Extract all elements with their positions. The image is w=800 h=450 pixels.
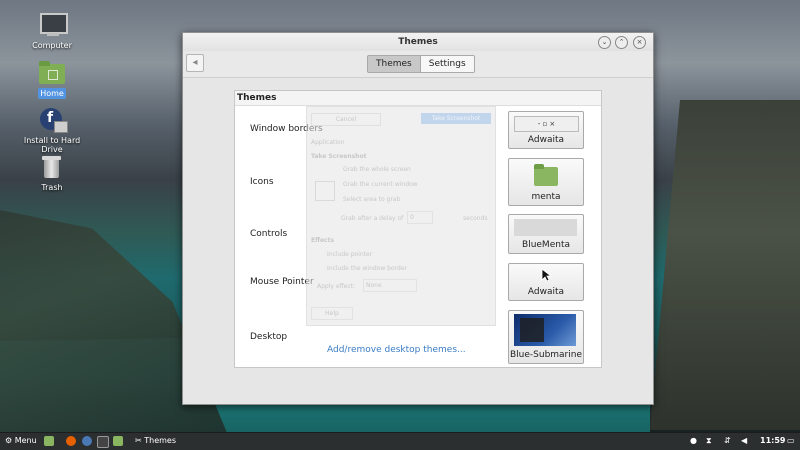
tab-settings[interactable]: Settings bbox=[420, 55, 475, 73]
theme-name: BlueMenta bbox=[522, 240, 570, 250]
wrench-icon: ✂ bbox=[135, 436, 142, 445]
desktop-icon-home[interactable]: Home bbox=[14, 60, 90, 99]
desktop-icon-label: Home bbox=[38, 88, 66, 99]
ghost-apply-effect: Apply effect: bbox=[317, 283, 356, 290]
monitor-icon bbox=[38, 12, 68, 38]
mouse-pointer-theme-button[interactable]: Adwaita bbox=[508, 263, 584, 301]
row-label-mouse-pointer: Mouse Pointer bbox=[250, 277, 314, 287]
ghost-option: Grab the current window bbox=[343, 181, 418, 188]
row-label-icons: Icons bbox=[250, 177, 274, 187]
ghost-take-screenshot-button: Take Screenshot bbox=[421, 113, 491, 124]
ghost-heading: Take Screenshot bbox=[311, 153, 367, 160]
gear-icon: ⚙ bbox=[5, 436, 13, 445]
menu-button[interactable]: ⚙ Menu bbox=[5, 436, 37, 445]
mail-launcher-icon[interactable] bbox=[82, 436, 92, 446]
back-button[interactable]: ◂ bbox=[186, 54, 204, 72]
sound-icon[interactable]: ◀ bbox=[741, 436, 747, 445]
ghost-effects: Effects bbox=[311, 237, 335, 244]
desktop-icon-label: Install to Hard Drive bbox=[23, 136, 81, 154]
theme-name: Blue-Submarine bbox=[509, 350, 583, 360]
trash-icon bbox=[38, 154, 66, 180]
panel-title: Themes bbox=[235, 91, 601, 106]
tab-themes[interactable]: Themes bbox=[367, 55, 421, 73]
task-themes[interactable]: ✂ Themes bbox=[135, 436, 176, 445]
ghost-option: Grab the whole screen bbox=[343, 166, 411, 173]
controls-theme-button[interactable]: BlueMenta bbox=[508, 214, 584, 254]
cursor-arrow-icon bbox=[541, 268, 551, 282]
ghost-delay-value: 0 bbox=[407, 211, 433, 224]
clock[interactable]: 11:59 bbox=[760, 436, 785, 445]
screen-icon[interactable]: ▭ bbox=[787, 436, 795, 445]
hourglass-icon[interactable]: ⧗ bbox=[706, 436, 712, 446]
desktop-icon-label: Computer bbox=[32, 41, 72, 50]
desktop-icon-trash[interactable]: Trash bbox=[14, 154, 90, 193]
taskbar: ⚙ Menu ✂ Themes ● ⧗ ⇵ ◀ 11:59 ▭ bbox=[0, 432, 800, 450]
task-label: Themes bbox=[144, 436, 177, 445]
ghost-cancel-button: Cancel bbox=[311, 113, 381, 126]
window-titlebar[interactable]: Themes ⌄ ⌃ × bbox=[183, 33, 653, 51]
row-label-controls: Controls bbox=[250, 229, 288, 239]
minimize-button[interactable]: ⌄ bbox=[598, 36, 611, 49]
desktop-icon-computer[interactable]: Computer bbox=[14, 12, 90, 51]
ghost-delay-suffix: seconds bbox=[463, 215, 488, 222]
ghost-option: Select area to grab bbox=[343, 196, 401, 203]
folder-launcher-icon[interactable] bbox=[113, 436, 123, 446]
ghost-help-button: Help bbox=[311, 307, 353, 320]
window-title: Themes bbox=[398, 37, 438, 47]
terminal-launcher-icon[interactable] bbox=[97, 436, 109, 448]
back-arrow-icon: ◂ bbox=[192, 57, 198, 68]
maximize-button[interactable]: ⌃ bbox=[615, 36, 628, 49]
wallpaper-cliff-right bbox=[650, 100, 800, 430]
ghost-delay-label: Grab after a delay of bbox=[341, 215, 404, 222]
window-border-preview: - ▫ × bbox=[514, 116, 579, 132]
desktop-icon-label: Trash bbox=[41, 183, 63, 192]
controls-preview bbox=[514, 219, 577, 236]
mode-switcher: Themes Settings bbox=[367, 55, 475, 73]
ghost-effect-option: Include pointer bbox=[327, 251, 373, 258]
close-button[interactable]: × bbox=[633, 36, 646, 49]
folder-icon bbox=[534, 164, 558, 186]
theme-name: Adwaita bbox=[527, 135, 565, 145]
wallpaper-preview bbox=[514, 314, 576, 346]
ghost-application: Application bbox=[311, 139, 345, 146]
files-launcher-icon[interactable] bbox=[44, 436, 54, 446]
network-icon[interactable]: ⇵ bbox=[724, 436, 731, 445]
window-toolbar: ◂ Themes Settings bbox=[183, 51, 653, 78]
menu-label: Menu bbox=[14, 436, 37, 445]
theme-name: menta bbox=[531, 192, 561, 202]
ghost-apply-value: None bbox=[363, 279, 417, 292]
user-icon[interactable]: ● bbox=[690, 436, 697, 445]
row-label-desktop: Desktop bbox=[250, 332, 288, 342]
ghost-camera-icon bbox=[315, 181, 335, 201]
window-borders-theme-button[interactable]: - ▫ × Adwaita bbox=[508, 111, 584, 149]
themes-window: Themes ⌄ ⌃ × ◂ Themes Settings Themes Wi… bbox=[182, 32, 654, 405]
theme-name: Adwaita bbox=[527, 287, 565, 297]
icons-theme-button[interactable]: menta bbox=[508, 158, 584, 206]
fedora-install-icon: f bbox=[38, 107, 68, 133]
home-folder-icon bbox=[38, 60, 66, 86]
desktop-icon-install[interactable]: f Install to Hard Drive bbox=[14, 107, 90, 155]
ghost-effect-option: Include the window border bbox=[327, 265, 407, 272]
ghost-screenshot-dialog: Cancel Take Screenshot Application Take … bbox=[306, 106, 496, 326]
desktop-theme-button[interactable]: Blue-Submarine bbox=[508, 310, 584, 364]
firefox-launcher-icon[interactable] bbox=[66, 436, 76, 446]
add-remove-desktop-themes-link[interactable]: Add/remove desktop themes... bbox=[327, 345, 466, 355]
